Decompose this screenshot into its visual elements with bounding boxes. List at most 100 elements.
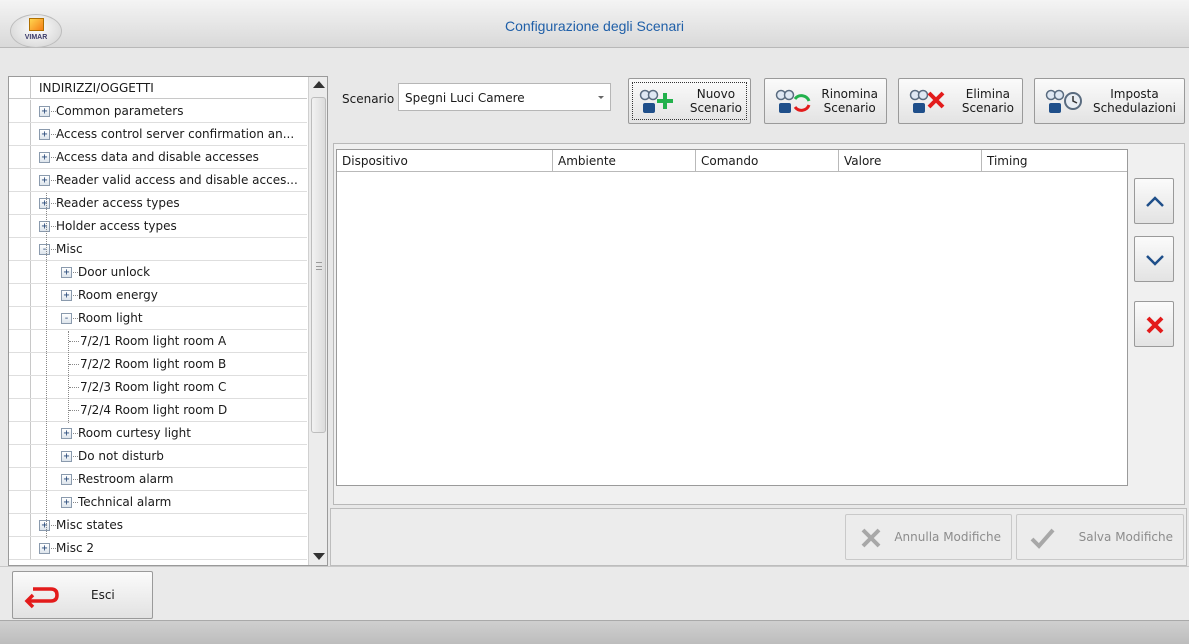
tree-row-gutter [9,445,31,467]
tree-item[interactable]: + Reader access types [9,192,307,215]
exit-label: Esci [91,588,115,602]
tree-row-gutter [9,284,31,306]
tree-header-gutter [9,77,31,99]
expand-icon[interactable]: + [61,428,72,439]
tree-item[interactable]: + Technical alarm [9,491,307,514]
column-header-device[interactable]: Dispositivo [337,150,553,172]
tree-row-gutter [9,468,31,490]
expand-icon[interactable]: + [39,221,50,232]
tree-item[interactable]: 7/2/1 Room light room A [9,330,307,353]
tree-row-gutter [9,146,31,168]
expand-icon[interactable]: + [61,267,72,278]
delete-scenario-label-line2: Scenario [961,101,1014,115]
scroll-down-arrow-icon[interactable] [313,553,325,560]
action-bar: Annulla Modifiche Salva Modifiche [330,508,1187,566]
scroll-thumb[interactable] [311,97,326,433]
column-header-command[interactable]: Comando [696,150,839,172]
tree-item[interactable]: - Room light [9,307,307,330]
expand-icon[interactable]: + [39,106,50,117]
chevron-down-icon [598,96,604,99]
scenario-select[interactable]: Spegni Luci Camere [398,83,611,111]
save-changes-button[interactable]: Salva Modifiche [1016,514,1184,560]
tree-item[interactable]: + Reader valid access and disable acces..… [9,169,307,192]
scenario-label: Scenario [342,92,395,106]
rename-scenario-icon [775,89,811,113]
tree-scrollbar[interactable] [308,77,327,565]
tree-item[interactable]: + Holder access types [9,215,307,238]
tree-item-label: Misc [56,242,83,256]
collapse-icon[interactable]: - [39,244,50,255]
cancel-changes-button[interactable]: Annulla Modifiche [845,514,1012,560]
tree-item[interactable]: + Access control server confirmation an..… [9,123,307,146]
tree-row-gutter [9,399,31,421]
collapse-icon[interactable]: - [61,313,72,324]
tree-item[interactable]: + Restroom alarm [9,468,307,491]
tree-header-label: INDIRIZZI/OGGETTI [39,81,154,95]
tree-item[interactable]: + Common parameters [9,100,307,123]
tree-item[interactable]: + Room energy [9,284,307,307]
new-scenario-icon [639,89,673,113]
rename-scenario-button[interactable]: Rinomina Scenario [764,78,887,124]
scenario-commands-table[interactable]: Dispositivo Ambiente Comando Valore Timi… [336,149,1128,486]
tree-row-gutter [9,353,31,375]
tree-item[interactable]: + Do not disturb [9,445,307,468]
expand-icon[interactable]: + [61,290,72,301]
expand-icon[interactable]: + [39,152,50,163]
scenario-config-window: VIMAR Configurazione degli Scenari INDIR… [0,0,1189,644]
move-up-button[interactable] [1134,178,1174,224]
tree-row-gutter [9,100,31,122]
address-tree[interactable]: INDIRIZZI/OGGETTI + Common parameters + Acc… [8,76,328,566]
new-scenario-label-line1: Nuovo [696,87,736,101]
expand-icon[interactable]: + [39,520,50,531]
tree-row-gutter [9,376,31,398]
tree-item[interactable]: + Misc states [9,514,307,537]
tree-item[interactable]: 7/2/2 Room light room B [9,353,307,376]
tree-item[interactable]: 7/2/4 Room light room D [9,399,307,422]
expand-icon[interactable]: + [39,129,50,140]
tree-item[interactable]: + Room curtesy light [9,422,307,445]
exit-button[interactable]: Esci [12,571,153,619]
delete-scenario-button[interactable]: Elimina Scenario [898,78,1023,124]
chevron-up-icon [1146,196,1164,207]
column-header-room[interactable]: Ambiente [553,150,696,172]
delete-scenario-label-line1: Elimina [965,87,1011,101]
tree-row-gutter [9,215,31,237]
expand-icon[interactable]: + [61,474,72,485]
scenario-select-value: Spegni Luci Camere [405,91,525,105]
tree-item[interactable]: + Misc 2 [9,537,307,560]
expand-icon[interactable]: + [39,175,50,186]
delete-scenario-icon [909,89,945,113]
new-scenario-label-line2: Scenario [689,101,742,115]
tree-item-label: Room energy [78,288,158,302]
expand-icon[interactable]: + [61,497,72,508]
tree-item[interactable]: + Access data and disable accesses [9,146,307,169]
tree-connector [69,387,79,388]
move-down-button[interactable] [1134,236,1174,282]
tree-connector [69,364,79,365]
new-scenario-button[interactable]: Nuovo Scenario [628,78,751,124]
grip-icon [316,262,322,270]
set-schedules-label-line2: Schedulazioni [1092,101,1176,115]
tree-header: INDIRIZZI/OGGETTI [9,77,307,99]
delete-scenario-label: Elimina Scenario [962,87,1014,115]
schedule-icon [1045,89,1082,113]
column-header-timing[interactable]: Timing [982,150,1127,172]
tree-item[interactable]: 7/2/3 Room light room C [9,376,307,399]
tree-item-label: Reader access types [56,196,180,210]
scroll-up-arrow-icon[interactable] [313,81,325,88]
expand-icon[interactable]: + [61,451,72,462]
tree-row-gutter [9,330,31,352]
status-bar [0,620,1189,644]
expand-icon[interactable]: + [39,198,50,209]
footer: Esci [0,566,1189,620]
tree-item[interactable]: + Door unlock [9,261,307,284]
column-header-value[interactable]: Valore [839,150,982,172]
remove-command-button[interactable] [1134,301,1174,347]
tree-item[interactable]: - Misc [9,238,307,261]
checkmark-icon [1030,528,1055,549]
new-scenario-label: Nuovo Scenario [690,87,742,115]
tree-item-label: 7/2/1 Room light room A [80,334,227,348]
expand-icon[interactable]: + [39,543,50,554]
tree-row-gutter [9,422,31,444]
set-schedules-button[interactable]: Imposta Schedulazioni [1034,78,1185,124]
